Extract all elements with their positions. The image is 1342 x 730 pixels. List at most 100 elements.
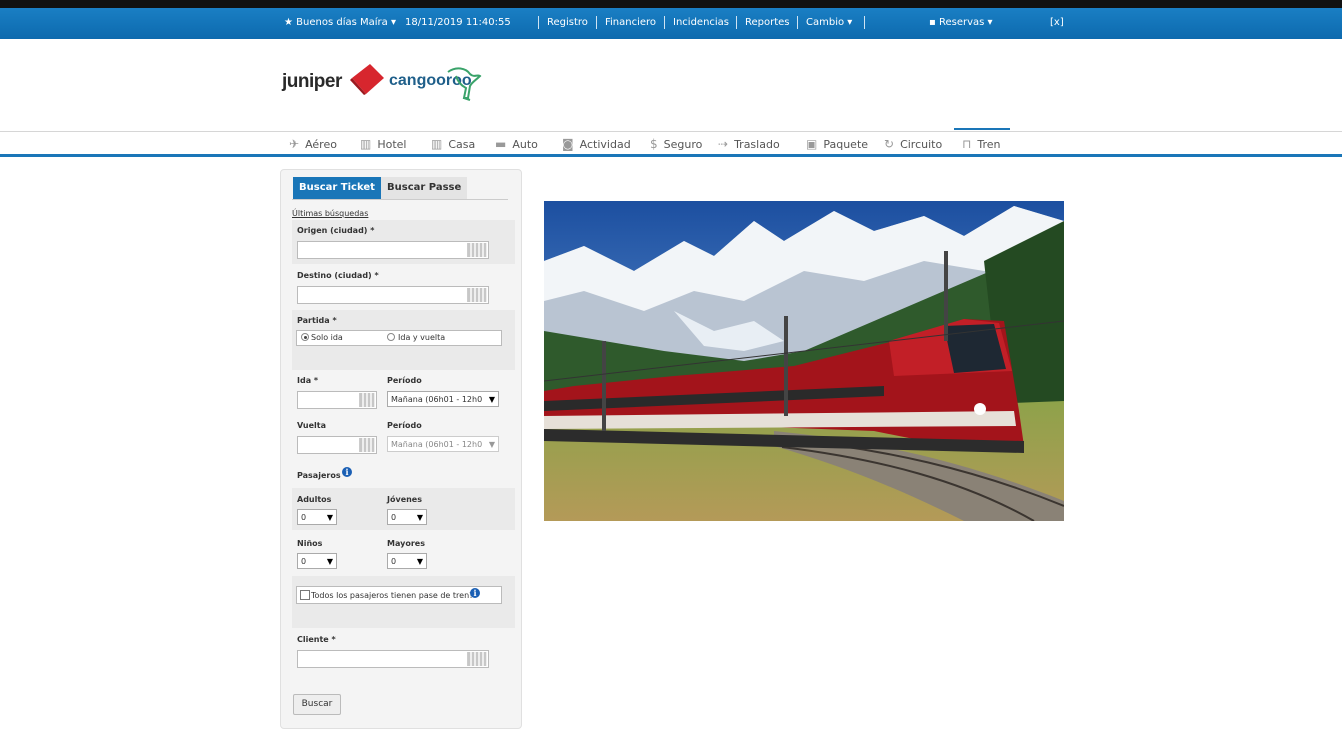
top-bar: ★ Buenos días Maíra ▾ 18/11/2019 11:40:5… — [0, 8, 1342, 39]
pase-tren-group: Todos los pasajeros tienen pase de tren?… — [296, 586, 502, 604]
nav-hotel[interactable]: ▥ Hotel — [360, 134, 406, 154]
nav-auto[interactable]: ▬ Auto — [495, 134, 538, 154]
nav-underline — [0, 154, 1342, 157]
keyboard-icon[interactable] — [467, 652, 487, 666]
calendar-icon[interactable] — [359, 438, 375, 452]
nav-tren[interactable]: ⊓ Tren — [962, 134, 1001, 154]
chevron-down-icon: ▼ — [416, 557, 423, 566]
datetime: 18/11/2019 11:40:55 — [405, 17, 511, 28]
link-reportes[interactable]: Reportes — [745, 17, 790, 28]
logout-button[interactable]: [x] — [1050, 17, 1064, 28]
jovenes-label: Jóvenes — [387, 495, 422, 504]
jovenes-select[interactable]: 0 ▼ — [387, 509, 427, 525]
keyboard-icon[interactable] — [467, 243, 487, 257]
nav-seguro[interactable]: $ Seguro — [650, 134, 702, 154]
building-icon: ▥ — [360, 137, 372, 151]
tab-buscar-ticket[interactable]: Buscar Ticket — [293, 177, 381, 199]
nav-casa[interactable]: ▥ Casa — [431, 134, 475, 154]
nav-actividad[interactable]: ◙ Actividad — [562, 134, 631, 154]
separator — [664, 16, 665, 29]
info-icon[interactable]: i — [342, 467, 352, 477]
ninos-label: Niños — [297, 539, 323, 548]
ninos-value: 0 — [301, 557, 307, 566]
kangaroo-icon — [447, 67, 482, 101]
car-icon: ▬ — [495, 137, 507, 151]
transfer-icon: ⇢ — [718, 137, 729, 151]
nav-label: Traslado — [734, 137, 780, 151]
periodo-value: Mañana (06h01 - 12h0 — [391, 395, 483, 404]
header-logo-area: juniper cangooroo — [0, 39, 1342, 131]
adultos-value: 0 — [301, 513, 307, 522]
ninos-select[interactable]: 0 ▼ — [297, 553, 337, 569]
destino-input[interactable] — [297, 286, 489, 304]
tab-divider — [292, 199, 508, 200]
radio-solo-ida[interactable] — [301, 333, 309, 341]
cliente-input[interactable] — [297, 650, 489, 668]
separator — [864, 16, 865, 29]
periodo2-select[interactable]: Mañana (06h01 - 12h0 ▼ — [387, 436, 499, 452]
info-icon[interactable]: i — [470, 588, 480, 598]
nav-traslado[interactable]: ⇢ Traslado — [718, 134, 780, 154]
jovenes-value: 0 — [391, 513, 397, 522]
nav-paquete[interactable]: ▣ Paquete — [806, 134, 868, 154]
cambio-menu[interactable]: Cambio ▾ — [806, 17, 852, 28]
nav-circuito[interactable]: ↻ Circuito — [884, 134, 942, 154]
cambio-label: Cambio — [806, 17, 845, 28]
separator — [797, 16, 798, 29]
link-financiero[interactable]: Financiero — [605, 17, 656, 28]
separator — [538, 16, 539, 29]
juniper-diamond-icon — [350, 64, 384, 95]
nav-label: Aéreo — [305, 137, 337, 151]
mayores-label: Mayores — [387, 539, 425, 548]
chevron-down-icon: ▼ — [488, 440, 495, 449]
radio-solo-ida-label: Solo ida — [311, 333, 343, 342]
nav-aereo[interactable]: ✈ Aéreo — [289, 134, 337, 154]
chevron-down-icon: ▼ — [488, 395, 495, 404]
pase-tren-checkbox[interactable] — [300, 590, 310, 600]
buscar-button[interactable]: Buscar — [293, 694, 341, 715]
reservas-label: Reservas — [938, 17, 985, 28]
recent-searches-link[interactable]: Últimas búsquedas — [292, 209, 368, 218]
periodo2-label: Período — [387, 421, 422, 430]
vuelta-label: Vuelta — [297, 421, 326, 430]
origen-label: Origen (ciudad) * — [297, 226, 375, 235]
link-registro[interactable]: Registro — [547, 17, 588, 28]
pasajeros-label: Pasajeros — [297, 471, 341, 480]
keyboard-icon[interactable] — [467, 288, 487, 302]
nav-label: Casa — [448, 137, 476, 151]
nav-label: Paquete — [823, 137, 869, 151]
ida-date-input[interactable] — [297, 391, 377, 409]
periodo-select[interactable]: Mañana (06h01 - 12h0 ▼ — [387, 391, 499, 407]
circuit-icon: ↻ — [884, 137, 895, 151]
camera-icon: ◙ — [562, 137, 574, 151]
cliente-label: Cliente * — [297, 635, 336, 644]
reservas-menu[interactable]: ▪ Reservas ▾ — [929, 17, 993, 28]
destino-label: Destino (ciudad) * — [297, 271, 379, 280]
mayores-value: 0 — [391, 557, 397, 566]
greeting-menu[interactable]: ★ Buenos días Maíra ▾ — [284, 17, 396, 28]
chevron-down-icon: ▼ — [416, 513, 423, 522]
top-black-strip — [0, 0, 1342, 8]
vuelta-date-input[interactable] — [297, 436, 377, 454]
greeting-text: Buenos días Maíra — [296, 17, 388, 28]
cangooroo-logo[interactable]: cangooroo — [389, 64, 484, 104]
separator — [736, 16, 737, 29]
mayores-select[interactable]: 0 ▼ — [387, 553, 427, 569]
radio-ida-vuelta[interactable] — [387, 333, 395, 341]
calendar-icon[interactable] — [359, 393, 375, 407]
tab-buscar-passe[interactable]: Buscar Passe — [381, 177, 468, 199]
suitcase-icon: ▣ — [806, 137, 818, 151]
airplane-icon: ✈ — [289, 137, 300, 151]
link-incidencias[interactable]: Incidencias — [673, 17, 729, 28]
juniper-logo-text: juniper — [282, 71, 342, 92]
house-icon: ▥ — [431, 137, 443, 151]
adultos-select[interactable]: 0 ▼ — [297, 509, 337, 525]
nav-label: Seguro — [663, 137, 703, 151]
dollar-icon: $ — [650, 137, 658, 151]
juniper-logo[interactable]: juniper — [282, 64, 392, 104]
origen-input[interactable] — [297, 241, 489, 259]
pase-tren-label: Todos los pasajeros tienen pase de tren? — [311, 591, 474, 600]
nav-label: Auto — [512, 137, 538, 151]
train-photo — [544, 201, 1064, 521]
partida-label: Partida * — [297, 316, 337, 325]
